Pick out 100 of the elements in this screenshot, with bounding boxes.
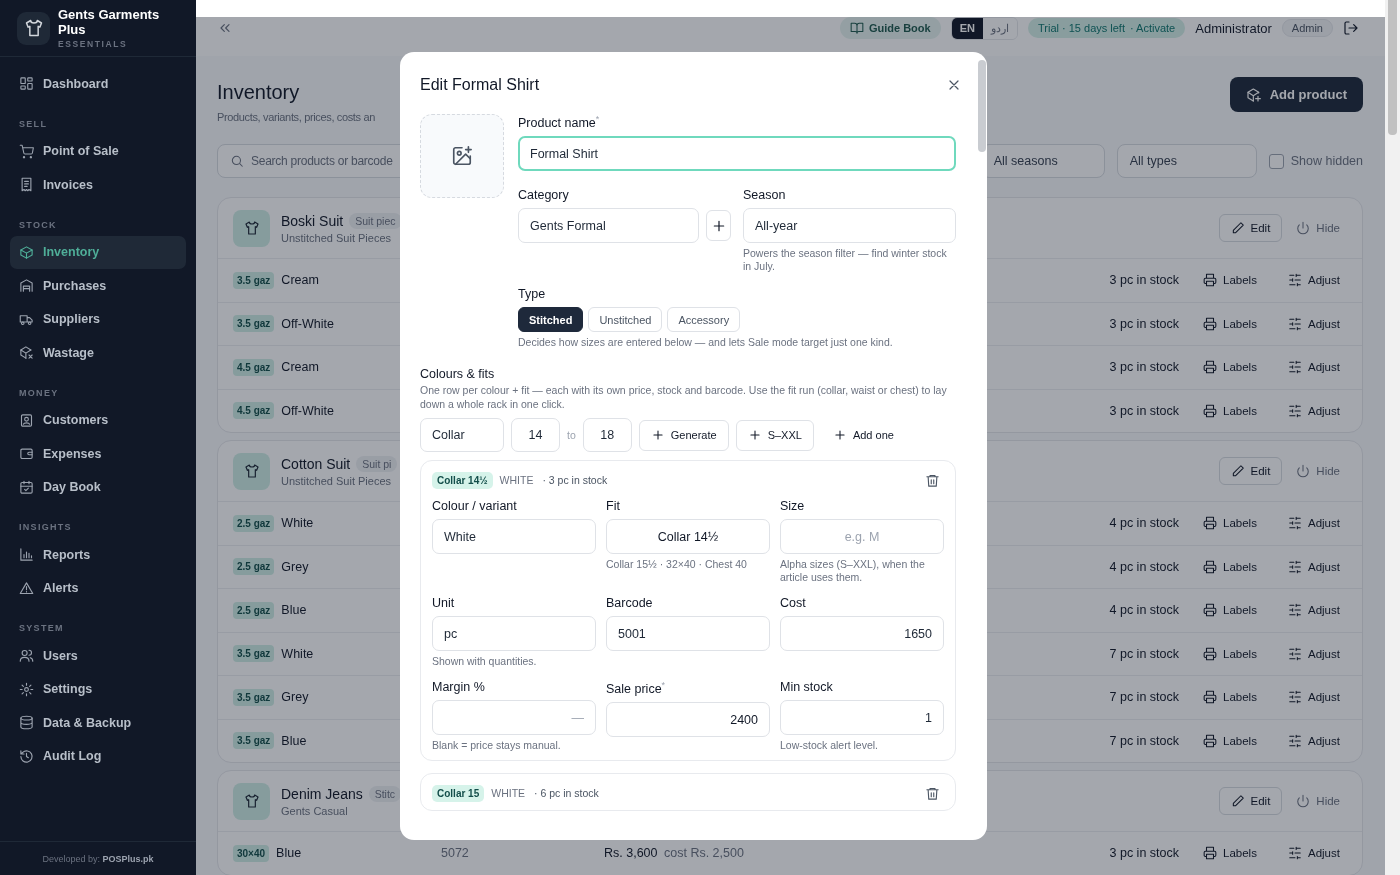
printer-icon — [1203, 559, 1217, 574]
labels-button[interactable]: Labels — [1203, 360, 1265, 375]
type-option[interactable]: Accessory — [667, 307, 741, 333]
nav-item[interactable]: Purchases — [10, 269, 186, 303]
variant-colour: WHITE — [499, 474, 534, 487]
adjust-button[interactable]: Adjust — [1288, 559, 1340, 574]
nav-item[interactable]: Reports — [10, 538, 186, 572]
hide-button[interactable]: Hide — [1292, 457, 1344, 485]
printer-icon — [1203, 846, 1217, 861]
nav-item[interactable]: Data & Backup — [10, 706, 186, 740]
product-name: Denim Jeans — [281, 785, 363, 802]
type-option[interactable]: Stitched — [518, 307, 584, 333]
sliders-icon — [1288, 690, 1302, 705]
field-label: Unit — [432, 596, 456, 611]
product-name-field[interactable]: Formal Shirt — [518, 136, 956, 172]
help-text: Low-stock alert level. — [780, 739, 880, 753]
nav-item[interactable]: Wastage — [10, 336, 186, 370]
plus-icon — [747, 428, 762, 443]
help-text: Powers the season filter — find winter stock in July. — [743, 247, 948, 274]
sliders-icon — [1288, 846, 1302, 861]
text-field[interactable]: Collar 14½ — [606, 519, 770, 555]
adjust-button[interactable]: Adjust — [1288, 516, 1340, 531]
type-select[interactable]: All types — [1116, 144, 1257, 178]
labels-button[interactable]: Labels — [1203, 733, 1265, 748]
adjust-button[interactable]: Adjust — [1288, 403, 1340, 418]
adjust-button[interactable]: Adjust — [1288, 846, 1340, 861]
adjust-button[interactable]: Adjust — [1288, 733, 1340, 748]
language-option[interactable]: EN — [951, 17, 983, 39]
type-option[interactable]: Unstitched — [588, 307, 663, 333]
labels-button[interactable]: Labels — [1203, 516, 1265, 531]
text-field[interactable]: 5001 — [606, 616, 770, 652]
labels-button[interactable]: Labels — [1203, 403, 1265, 418]
add-product-button[interactable]: Add product — [1229, 77, 1363, 112]
sliders-icon — [1288, 646, 1302, 661]
field-label: Colour / variant — [432, 499, 518, 514]
barcode-text: 5072 — [441, 846, 469, 861]
fit-dimension-field[interactable]: Collar — [420, 418, 504, 453]
size-chip: 3.5 gaz — [233, 645, 275, 663]
field-label: Min stock — [780, 680, 834, 695]
history-icon — [19, 748, 34, 764]
adjust-button[interactable]: Adjust — [1288, 360, 1340, 375]
power-icon — [1296, 464, 1311, 478]
text-field[interactable]: — — [432, 700, 596, 736]
labels-button[interactable]: Labels — [1203, 690, 1265, 705]
text-field[interactable]: 2400 — [606, 702, 770, 738]
logout-icon[interactable] — [1343, 20, 1359, 36]
edit-button[interactable]: Edit — [1218, 787, 1283, 815]
labels-button[interactable]: Labels — [1203, 846, 1265, 861]
nav-item[interactable]: Users — [10, 639, 186, 673]
nav-item[interactable]: Expenses — [10, 437, 186, 471]
nav-item[interactable]: Invoices — [10, 168, 186, 202]
hide-button[interactable]: Hide — [1292, 214, 1344, 242]
box-icon — [19, 244, 34, 260]
text-field[interactable]: pc — [432, 616, 596, 652]
product-category: Gents Casual — [281, 804, 349, 817]
labels-button[interactable]: Labels — [1203, 603, 1265, 618]
labels-button[interactable]: Labels — [1203, 559, 1265, 574]
scrollbar-thumb[interactable] — [1388, 0, 1397, 135]
stock-text: 7 pc in stock — [1109, 733, 1179, 748]
size-chip: 3.5 gaz — [233, 688, 275, 706]
nav-item[interactable]: Dashboard — [10, 67, 186, 101]
text-field[interactable]: White — [432, 519, 596, 555]
printer-icon — [1203, 646, 1217, 661]
nav-item[interactable]: Point of Sale — [10, 134, 186, 168]
fit-chip: Collar 14½ — [432, 471, 493, 489]
range-end-field[interactable]: 18 — [582, 418, 632, 453]
hide-button[interactable]: Hide — [1292, 787, 1344, 815]
nav-item[interactable]: Audit Log — [10, 739, 186, 773]
category-field[interactable]: Gents Formal — [518, 208, 699, 244]
checkbox[interactable] — [1268, 153, 1284, 169]
nav-item[interactable]: Settings — [10, 672, 186, 706]
nav-item[interactable]: Suppliers — [10, 302, 186, 336]
adjust-button[interactable]: Adjust — [1288, 603, 1340, 618]
labels-button[interactable]: Labels — [1203, 646, 1265, 661]
add-variant-button[interactable]: S–XXL — [735, 419, 814, 451]
page-subtitle: Products, variants, prices, costs an — [217, 111, 375, 123]
nav-item[interactable]: Customers — [10, 403, 186, 437]
nav-item[interactable]: Inventory — [10, 235, 186, 269]
adjust-button[interactable]: Adjust — [1288, 690, 1340, 705]
edit-button[interactable]: Edit — [1218, 457, 1283, 485]
add-variant-button[interactable]: Generate — [638, 419, 729, 451]
delete-icon[interactable] — [925, 472, 940, 488]
text-field[interactable]: e.g. M — [780, 519, 944, 555]
range-start-field[interactable]: 14 — [511, 418, 560, 453]
labels-button[interactable]: Labels — [1203, 316, 1265, 331]
season-field[interactable]: All-year — [743, 208, 956, 244]
edit-button[interactable]: Edit — [1218, 214, 1283, 242]
adjust-button[interactable]: Adjust — [1288, 316, 1340, 331]
nav-item[interactable]: Alerts — [10, 571, 186, 605]
text-field[interactable]: 1 — [780, 700, 944, 736]
nav-item[interactable]: Day Book — [10, 470, 186, 504]
adjust-button[interactable]: Adjust — [1288, 273, 1340, 288]
guide-book-button[interactable]: Guide Book — [839, 17, 941, 39]
delete-icon[interactable] — [925, 785, 940, 801]
scrollbar-thumb[interactable] — [978, 60, 986, 152]
text-field[interactable]: 1650 — [780, 616, 944, 652]
add-category-button[interactable] — [706, 210, 731, 242]
adjust-button[interactable]: Adjust — [1288, 646, 1340, 661]
labels-button[interactable]: Labels — [1203, 273, 1265, 288]
image-upload[interactable] — [420, 114, 504, 198]
